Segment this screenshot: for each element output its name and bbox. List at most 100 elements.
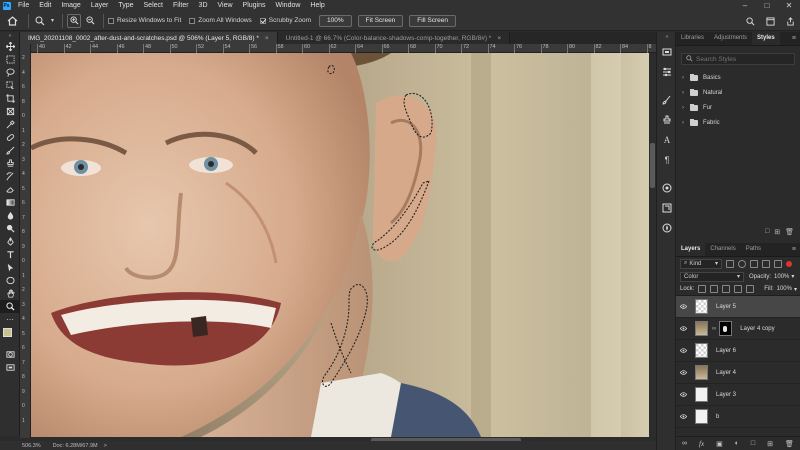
collapse-panels-icon[interactable]: « bbox=[657, 32, 677, 42]
collapse-tools-icon[interactable]: » bbox=[0, 32, 20, 40]
document-canvas[interactable] bbox=[31, 53, 649, 437]
style-folder-natural[interactable]: › Natural bbox=[676, 85, 800, 100]
zoom-100-button[interactable]: 100% bbox=[319, 14, 352, 27]
zoom-level[interactable]: 506.3% bbox=[22, 443, 41, 449]
brush-tool-icon[interactable] bbox=[0, 144, 20, 157]
marquee-tool-icon[interactable] bbox=[0, 53, 20, 66]
glyphs-panel-icon[interactable] bbox=[657, 198, 677, 218]
history-panel-icon[interactable] bbox=[657, 42, 677, 62]
chevron-right-icon[interactable]: › bbox=[682, 90, 690, 96]
quick-mask-icon[interactable] bbox=[0, 348, 20, 361]
hand-tool-icon[interactable] bbox=[0, 287, 20, 300]
menu-view[interactable]: View bbox=[213, 0, 238, 11]
eyedropper-tool-icon[interactable] bbox=[0, 118, 20, 131]
clone-stamp-tool-icon[interactable] bbox=[0, 157, 20, 170]
scrubby-zoom-checkbox[interactable]: Scrubby Zoom bbox=[259, 17, 311, 24]
tab-libraries[interactable]: Libraries bbox=[676, 32, 709, 45]
chevron-down-icon[interactable]: ▾ bbox=[49, 14, 56, 28]
layer-row-layer-4[interactable]: Layer 4 bbox=[676, 362, 800, 384]
spot-healing-brush-icon[interactable] bbox=[0, 131, 20, 144]
info-panel-icon[interactable] bbox=[657, 178, 677, 198]
menu-3d[interactable]: 3D bbox=[194, 0, 213, 11]
layer-name[interactable]: b bbox=[716, 414, 719, 420]
properties-panel-icon[interactable] bbox=[657, 62, 677, 82]
lock-all-icon[interactable] bbox=[746, 285, 755, 293]
new-group-icon[interactable]: □ bbox=[751, 440, 755, 447]
lock-artboard-icon[interactable] bbox=[734, 285, 743, 293]
eraser-tool-icon[interactable] bbox=[0, 183, 20, 196]
fill-value[interactable]: 100% bbox=[777, 286, 792, 292]
fill-screen-button[interactable]: Fill Screen bbox=[409, 14, 457, 27]
chevron-right-icon[interactable]: › bbox=[682, 120, 690, 126]
layer-name[interactable]: Layer 6 bbox=[716, 348, 736, 354]
styles-search[interactable] bbox=[681, 53, 795, 65]
styles-search-input[interactable] bbox=[696, 55, 786, 63]
resize-windows-checkbox[interactable]: Resize Windows to Fit bbox=[108, 17, 181, 24]
foreground-color-swatch[interactable] bbox=[3, 328, 12, 337]
zoom-in-icon[interactable] bbox=[67, 13, 81, 28]
close-icon[interactable]: ✕ bbox=[778, 0, 800, 11]
zoom-tool-icon[interactable] bbox=[0, 300, 20, 313]
character-panel-icon[interactable]: A bbox=[657, 130, 677, 150]
close-tab-icon[interactable]: × bbox=[497, 35, 501, 42]
more-tools-icon[interactable]: ⋯ bbox=[0, 313, 20, 326]
zoom-all-windows-checkbox[interactable]: Zoom All Windows bbox=[189, 17, 252, 24]
style-folder-fabric[interactable]: › Fabric bbox=[676, 115, 800, 130]
chevron-down-icon[interactable]: ▾ bbox=[791, 273, 794, 280]
minimize-icon[interactable]: – bbox=[734, 0, 756, 11]
filter-toggle-icon[interactable] bbox=[786, 260, 792, 267]
blur-tool-icon[interactable] bbox=[0, 209, 20, 222]
maximize-icon[interactable]: □ bbox=[756, 0, 778, 11]
menu-select[interactable]: Select bbox=[139, 0, 168, 11]
panel-menu-icon[interactable]: ≡ bbox=[788, 243, 800, 256]
menu-file[interactable]: File bbox=[13, 0, 34, 11]
link-layers-icon[interactable]: ∞ bbox=[682, 440, 687, 447]
menu-edit[interactable]: Edit bbox=[34, 0, 56, 11]
filter-kind-dropdown[interactable]: ⌕ Kind ▾ bbox=[680, 258, 722, 269]
tab-paths[interactable]: Paths bbox=[741, 243, 766, 256]
close-tab-icon[interactable]: × bbox=[265, 35, 269, 42]
lock-image-icon[interactable] bbox=[710, 285, 719, 293]
layer-row-layer-4-copy[interactable]: ∞ Layer 4 copy bbox=[676, 318, 800, 340]
scroll-thumb[interactable] bbox=[650, 143, 655, 188]
filter-pixel-icon[interactable] bbox=[726, 259, 734, 268]
dodge-tool-icon[interactable] bbox=[0, 222, 20, 235]
delete-icon[interactable]: 🗑 bbox=[785, 228, 794, 236]
share-icon[interactable] bbox=[780, 16, 800, 26]
layer-style-icon[interactable]: fx bbox=[699, 440, 704, 448]
history-brush-icon[interactable] bbox=[0, 170, 20, 183]
menu-layer[interactable]: Layer bbox=[86, 0, 114, 11]
layer-name[interactable]: Layer 5 bbox=[716, 304, 736, 310]
frame-tool-icon[interactable] bbox=[0, 105, 20, 118]
clone-source-icon[interactable] bbox=[657, 110, 677, 130]
photoshop-logo-icon[interactable]: Ps bbox=[0, 0, 13, 11]
checkbox-box[interactable] bbox=[189, 17, 196, 24]
delete-layer-icon[interactable]: 🗑 bbox=[785, 440, 794, 448]
chevron-down-icon[interactable]: ▾ bbox=[794, 286, 797, 293]
tab-layers[interactable]: Layers bbox=[676, 243, 706, 256]
zoom-out-icon[interactable] bbox=[83, 14, 97, 28]
panel-menu-icon[interactable]: ≡ bbox=[788, 32, 800, 45]
vertical-ruler[interactable]: 2 4 6 8 0 1 2 3 4 5 6 7 8 9 0 1 2 3 4 5 6 7 8 9 0 1 bbox=[20, 44, 31, 438]
chevron-right-icon[interactable]: › bbox=[682, 75, 690, 81]
fit-screen-button[interactable]: Fit Screen bbox=[357, 14, 404, 27]
object-selection-tool-icon[interactable] bbox=[0, 79, 20, 92]
visibility-eye-icon[interactable] bbox=[676, 326, 690, 331]
layer-name[interactable]: Layer 3 bbox=[716, 392, 736, 398]
visibility-eye-icon[interactable] bbox=[676, 304, 690, 309]
menu-filter[interactable]: Filter bbox=[168, 0, 194, 11]
tab-styles[interactable]: Styles bbox=[752, 32, 780, 45]
horizontal-ruler[interactable]: 40 42 44 46 48 50 52 54 56 58 60 62 64 66 68 70 72 74 76 78… bbox=[31, 44, 656, 53]
opacity-value[interactable]: 100% bbox=[774, 274, 789, 280]
screen-mode-icon[interactable] bbox=[0, 361, 20, 374]
new-group-icon[interactable]: □ bbox=[765, 228, 769, 236]
zoom-tool-preset-icon[interactable] bbox=[33, 14, 47, 28]
layer-row-layer-6[interactable]: Layer 6 bbox=[676, 340, 800, 362]
blend-mode-dropdown[interactable]: Color ▾ bbox=[680, 271, 744, 282]
lock-position-icon[interactable] bbox=[722, 285, 731, 293]
ellipse-tool-icon[interactable] bbox=[0, 274, 20, 287]
filter-type-icon[interactable] bbox=[750, 259, 758, 268]
chevron-right-icon[interactable]: › bbox=[682, 105, 690, 111]
layer-name[interactable]: Layer 4 copy bbox=[740, 326, 774, 332]
layer-mask-thumbnail[interactable] bbox=[719, 321, 733, 336]
